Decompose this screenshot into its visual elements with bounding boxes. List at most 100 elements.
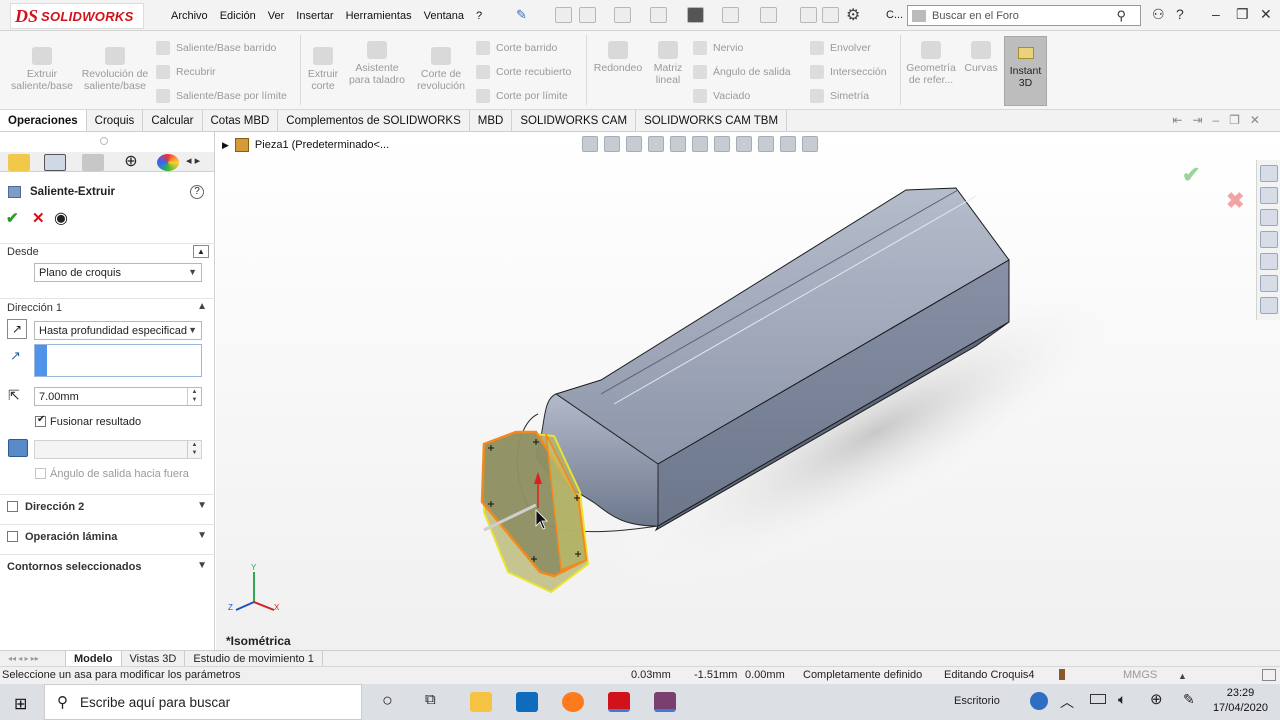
end-condition-dropdown[interactable]: Hasta profundidad especificad ▼ — [34, 321, 202, 340]
help-tray-icon[interactable] — [1030, 692, 1048, 710]
intersect-button[interactable]: Intersección — [810, 65, 887, 79]
preview-eye-icon[interactable]: ◉ — [54, 208, 68, 228]
task-view-icon[interactable]: ⧉ — [425, 691, 436, 708]
boundary-cut-button[interactable]: Corte por límite — [476, 89, 568, 103]
battery-icon[interactable] — [1090, 694, 1106, 704]
tab-operaciones[interactable]: Operaciones — [0, 110, 87, 131]
tab-mbd[interactable]: MBD — [470, 110, 513, 131]
direction2-section-header[interactable]: Dirección 2 ▼ — [0, 494, 215, 516]
windows-start-icon[interactable]: ⊞ — [14, 694, 27, 714]
loft-cut-button[interactable]: Corte recubierto — [476, 65, 571, 79]
curves-button[interactable]: Curvas — [962, 41, 1000, 74]
swept-boss-button[interactable]: Saliente/Base barrido — [156, 41, 276, 55]
tab-cotas-mbd[interactable]: Cotas MBD — [203, 110, 279, 131]
restore-button[interactable]: ❐ — [1236, 6, 1249, 23]
view-palette-icon[interactable] — [1259, 231, 1278, 248]
select-icon[interactable] — [760, 7, 777, 23]
menu-insertar[interactable]: Insertar — [290, 10, 339, 22]
menu-edicion[interactable]: Edición — [214, 10, 262, 22]
collapse-icon[interactable]: ▲ — [197, 301, 207, 312]
draft-on-off-icon[interactable] — [8, 439, 28, 457]
file-properties-icon[interactable] — [822, 7, 839, 23]
taskbar-search-box[interactable]: ⚲ Escribe aquí para buscar — [44, 684, 362, 720]
pen-workspace-icon[interactable]: ✎ — [1183, 691, 1195, 708]
tab-solidworks-cam-tbm[interactable]: SOLIDWORKS CAM TBM — [636, 110, 788, 131]
menu-help[interactable]: ? — [470, 10, 488, 22]
appearances-icon[interactable] — [1259, 253, 1278, 270]
open-icon[interactable] — [614, 7, 631, 23]
show-hidden-icons-icon[interactable]: ︿ — [1060, 692, 1074, 712]
chevron-down-icon[interactable]: ▼ — [197, 530, 207, 541]
forum-search-box[interactable]: Buscar en el Foro ⚲ — [907, 5, 1141, 26]
menu-archivo[interactable]: Archivo — [165, 10, 214, 22]
forum-icon[interactable] — [1259, 297, 1278, 314]
reference-geometry-button[interactable]: Geometría de refer... — [903, 41, 959, 86]
revolve-cut-button[interactable]: Corte de revolución — [412, 47, 470, 92]
thin-feature-checkbox[interactable] — [7, 531, 18, 542]
property-manager-tab-icon[interactable] — [44, 154, 66, 171]
collapse-icon[interactable]: ▲ — [193, 245, 209, 258]
depth-spinner[interactable]: ▲ ▼ — [187, 388, 201, 405]
instant3d-button[interactable]: Instant 3D — [1004, 36, 1047, 106]
draft-angle-input[interactable]: ▲ ▼ — [34, 440, 202, 459]
undo-icon[interactable] — [722, 7, 739, 23]
panel-splitter[interactable] — [100, 137, 108, 145]
solidworks-app-icon[interactable] — [608, 692, 630, 712]
tabs-scroll-arrows[interactable]: ◂ ▸ — [186, 154, 200, 167]
swept-cut-button[interactable]: Corte barrido — [476, 41, 557, 55]
rebuild-icon[interactable] — [800, 7, 817, 23]
reverse-direction-icon[interactable]: ↗ — [7, 319, 27, 339]
menu-ventana[interactable]: Ventana — [418, 10, 470, 22]
graphics-area[interactable]: ▶ Pieza1 (Predeterminado<... ✔ ✖ Y X Z *… — [216, 132, 1280, 650]
cortana-icon[interactable]: ○ — [382, 690, 393, 711]
new-document-icon[interactable] — [579, 7, 596, 23]
outlook-app-icon[interactable] — [516, 692, 538, 712]
depth-input[interactable]: 7.00mm ▲ ▼ — [34, 387, 202, 406]
status-units[interactable]: MMGS — [1123, 669, 1157, 681]
tab-solidworks-cam[interactable]: SOLIDWORKS CAM — [512, 110, 637, 131]
tab-modelo[interactable]: Modelo — [66, 651, 122, 666]
model-viewport[interactable]: Y X Z — [216, 132, 1256, 650]
pin-icon[interactable]: ✎ — [516, 7, 527, 23]
from-section-header[interactable]: Desde ▲ — [0, 243, 215, 259]
wrap-button[interactable]: Envolver — [810, 41, 871, 55]
cancel-x-icon[interactable]: ✕ — [32, 209, 45, 227]
configuration-manager-tab-icon[interactable] — [82, 154, 104, 171]
taskbar-clock[interactable]: 23:29 17/04/2020 — [1213, 686, 1268, 716]
solidworks-doc-app-icon[interactable] — [654, 692, 676, 712]
direction1-section-header[interactable]: Dirección 1 ▲ — [0, 298, 215, 314]
user-icon[interactable]: ⚇ — [1152, 6, 1165, 23]
design-library-icon[interactable] — [1259, 187, 1278, 204]
direction2-checkbox[interactable] — [7, 501, 18, 512]
dimxpert-tab-icon[interactable]: ⊕ — [120, 154, 142, 171]
home-icon[interactable] — [555, 7, 572, 23]
draft-outward-checkbox[interactable] — [35, 468, 46, 479]
pm-help-icon[interactable]: ? — [190, 185, 204, 199]
draft-angle-spinner[interactable]: ▲ ▼ — [187, 441, 201, 458]
network-icon[interactable]: ⊕ — [1150, 690, 1163, 708]
draft-button[interactable]: Ángulo de salida — [693, 65, 791, 79]
file-explorer-app-icon[interactable] — [470, 692, 492, 712]
shell-button[interactable]: Vaciado — [693, 89, 750, 103]
help-icon[interactable]: ? — [1176, 6, 1184, 22]
search-input[interactable]: Buscar en el Foro — [932, 10, 1019, 22]
extrude-boss-button[interactable]: Extruir saliente/base — [6, 47, 78, 92]
from-dropdown[interactable]: Plano de croquis ▼ — [34, 263, 202, 282]
taskbar-search-input[interactable]: Escribe aquí para buscar — [80, 695, 230, 710]
options-gear-icon[interactable]: ⚙ — [846, 5, 860, 25]
hole-wizard-button[interactable]: Asistente para taladro — [345, 41, 409, 86]
loft-boss-button[interactable]: Recubrir — [156, 65, 216, 79]
chevron-down-icon[interactable]: ▼ — [197, 560, 207, 571]
menu-herramientas[interactable]: Herramientas — [340, 10, 418, 22]
print-icon[interactable] — [687, 7, 704, 23]
tab-croquis[interactable]: Croquis — [87, 110, 144, 131]
search-icon[interactable]: ⚲ — [1116, 8, 1126, 24]
custom-properties-icon[interactable] — [1259, 275, 1278, 292]
tab-complementos[interactable]: Complementos de SOLIDWORKS — [278, 110, 470, 131]
extrude-cut-button[interactable]: Extruir corte — [303, 47, 343, 92]
tab-scroll-arrows[interactable]: ◂◂ ◂ ▸ ▸▸ — [0, 651, 66, 666]
feature-manager-tab-icon[interactable] — [8, 154, 30, 171]
display-manager-tab-icon[interactable] — [157, 154, 179, 171]
menu-ver[interactable]: Ver — [262, 10, 291, 22]
solidworks-resources-icon[interactable] — [1259, 165, 1278, 182]
